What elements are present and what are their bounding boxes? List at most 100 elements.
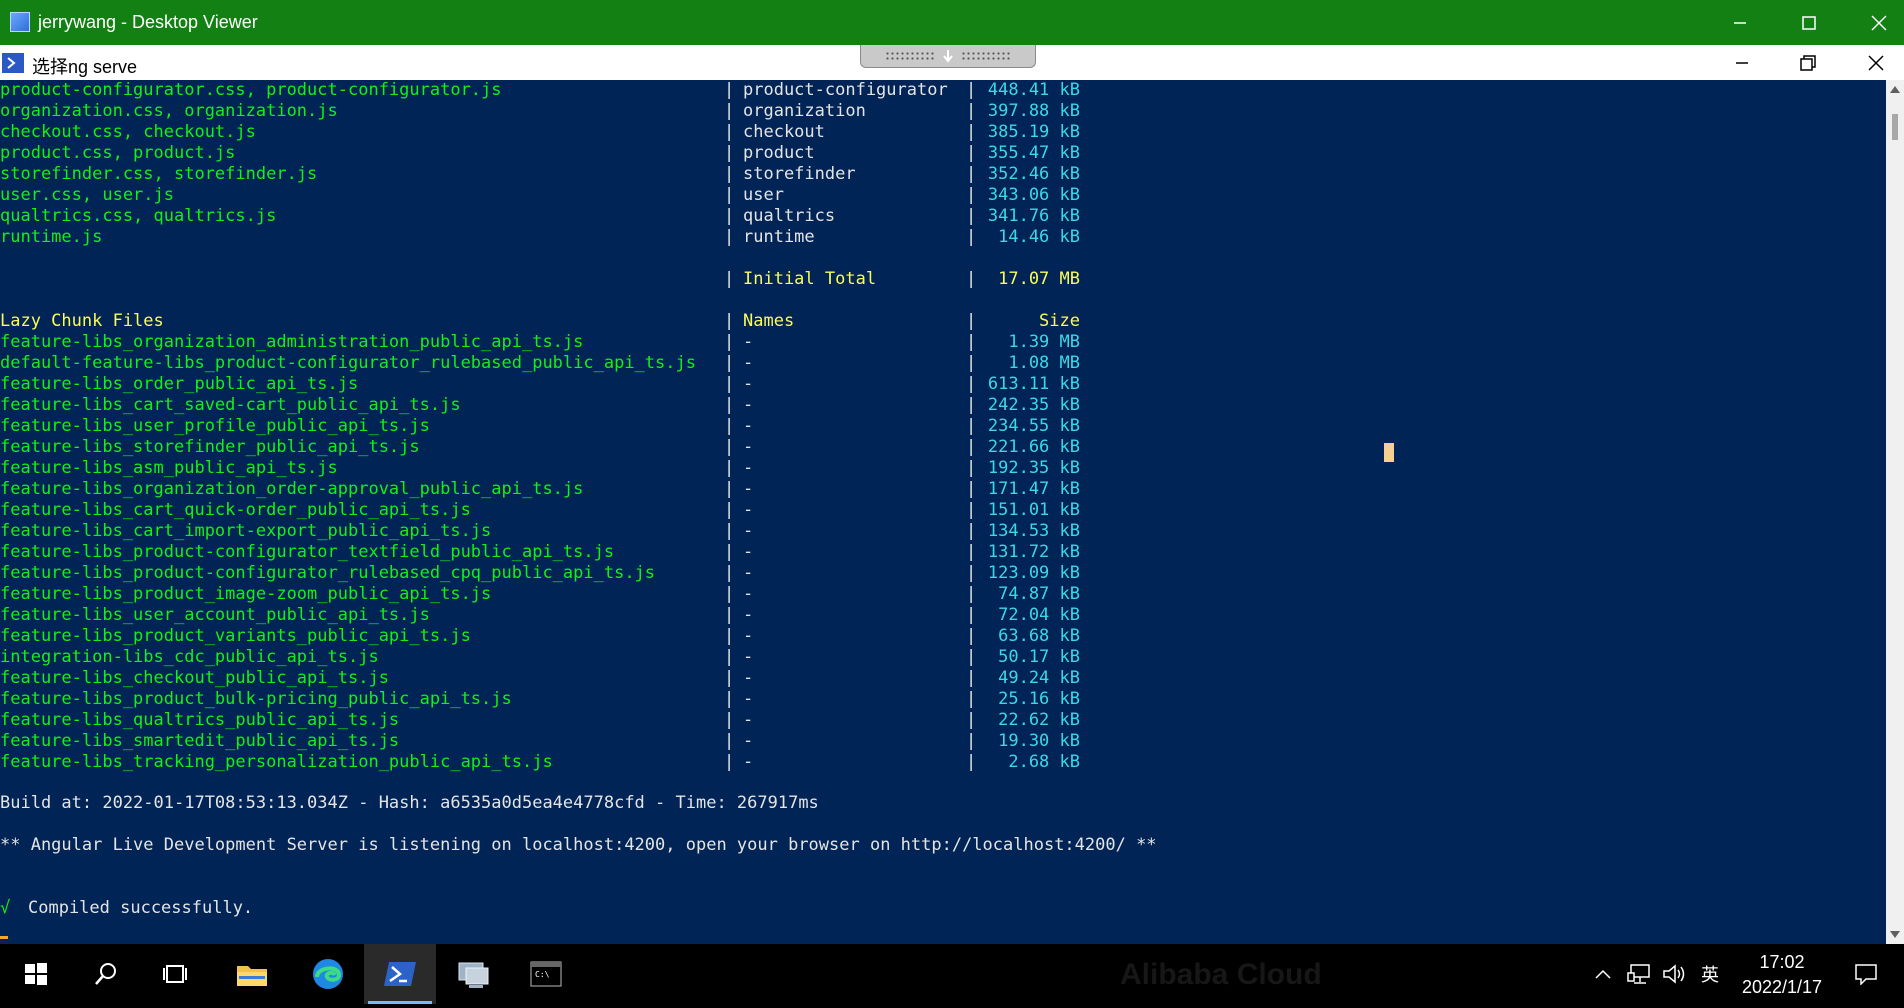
- column-separator: |: [724, 521, 735, 541]
- start-button[interactable]: [0, 944, 72, 1004]
- chunk-size: 242.35 kB: [987, 395, 1080, 415]
- column-separator: |: [724, 164, 735, 184]
- scroll-up-icon[interactable]: [1890, 86, 1900, 93]
- lazy-chunk-row: feature-libs_product-configurator_textfi…: [0, 542, 1100, 563]
- windows-icon: [25, 963, 47, 985]
- file-explorer-button[interactable]: [216, 944, 288, 1004]
- lazy-chunk-row: feature-libs_storefinder_public_api_ts.j…: [0, 437, 1100, 458]
- chunk-size: 2.68 kB: [1008, 752, 1080, 772]
- chunk-name: -: [743, 500, 754, 520]
- chunk-file: feature-libs_cart_import-export_public_a…: [0, 521, 492, 541]
- chunk-size: 1.39 MB: [1008, 332, 1080, 352]
- terminal-icon: C:\: [530, 961, 562, 987]
- column-separator: |: [966, 521, 977, 541]
- column-separator: |: [966, 353, 977, 373]
- maximize-button[interactable]: [1776, 0, 1842, 45]
- lazy-chunk-row: feature-libs_cart_import-export_public_a…: [0, 521, 1100, 542]
- initial-chunk-row: qualtrics.css, qualtrics.js | qualtrics | 34…: [0, 206, 1100, 227]
- scroll-down-icon[interactable]: [1890, 931, 1900, 938]
- initial-chunk-row: storefinder.css, storefinder.js | storefin…: [0, 164, 1100, 185]
- chunk-name: product: [743, 143, 815, 163]
- column-separator: |: [966, 164, 977, 184]
- minimize-button[interactable]: [1707, 0, 1773, 45]
- edge-browser-button[interactable]: [292, 944, 364, 1004]
- check-icon: √: [0, 898, 11, 918]
- lazy-chunk-row: feature-libs_organization_order-approval…: [0, 479, 1100, 500]
- chunk-size: 131.72 kB: [987, 542, 1080, 562]
- close-icon: [1868, 54, 1884, 71]
- viewer-title-bar: jerrywang - Desktop Viewer: [0, 0, 1904, 45]
- column-separator: |: [724, 731, 735, 751]
- remote-viewer-button[interactable]: [438, 944, 510, 1004]
- column-separator: |: [724, 437, 735, 457]
- remote-toolbar-handle[interactable]: [860, 45, 1036, 68]
- initial-chunk-row: product-configurator.css, product-config…: [0, 80, 1100, 101]
- column-separator: |: [966, 710, 977, 730]
- task-view-button[interactable]: [140, 944, 212, 1004]
- column-separator: |: [724, 374, 735, 394]
- chunk-size: 234.55 kB: [987, 416, 1080, 436]
- scrollbar-thumb[interactable]: [1892, 114, 1898, 140]
- network-icon: [1627, 964, 1650, 984]
- chunk-file: feature-libs_user_account_public_api_ts.…: [0, 605, 430, 625]
- show-hidden-icons-button[interactable]: [1590, 944, 1616, 1004]
- chunk-size: 221.66 kB: [987, 437, 1080, 457]
- notifications-button[interactable]: [1846, 944, 1886, 1004]
- ps-close-button[interactable]: [1846, 45, 1904, 80]
- input-method-indicator[interactable]: 英: [1696, 944, 1724, 1004]
- lazy-chunk-row: feature-libs_checkout_public_api_ts.js | -…: [0, 668, 1100, 689]
- column-separator: |: [966, 458, 977, 478]
- clock[interactable]: 17:02 2022/1/17: [1722, 950, 1842, 1000]
- initial-total-size: 17.07 MB: [998, 269, 1080, 289]
- search-button[interactable]: [70, 944, 142, 1004]
- powershell-icon: [384, 962, 416, 986]
- clock-time: 17:02: [1759, 952, 1805, 972]
- column-separator: |: [966, 752, 977, 772]
- column-separator: |: [724, 395, 735, 415]
- close-button[interactable]: [1846, 0, 1904, 45]
- lazy-chunk-row: feature-libs_product_variants_public_api…: [0, 626, 1100, 647]
- chunk-size: 355.47 kB: [987, 143, 1080, 163]
- chunk-name: -: [743, 752, 754, 772]
- column-separator: |: [724, 668, 735, 688]
- build-info-line: Build at: 2022-01-17T08:53:13.034Z - Has…: [0, 793, 819, 813]
- lazy-chunk-row: feature-libs_qualtrics_public_api_ts.js |…: [0, 710, 1100, 731]
- volume-button[interactable]: [1660, 944, 1690, 1004]
- ps-minimize-button[interactable]: [1712, 45, 1772, 80]
- chunk-name: -: [743, 731, 754, 751]
- lazy-chunk-row: feature-libs_product-configurator_ruleba…: [0, 563, 1100, 584]
- powershell-title: 选择ng serve: [32, 57, 138, 77]
- chunk-name: storefinder: [743, 164, 856, 184]
- lazy-chunk-row: feature-libs_order_public_api_ts.js | - | 61…: [0, 374, 1100, 395]
- powershell-taskbar-button[interactable]: [364, 944, 436, 1004]
- column-separator: |: [724, 185, 735, 205]
- compiled-text: Compiled successfully.: [28, 898, 254, 918]
- chunk-file: feature-libs_product_variants_public_api…: [0, 626, 471, 646]
- terminal-button[interactable]: C:\: [510, 944, 582, 1004]
- lazy-chunk-row: feature-libs_product_bulk-pricing_public…: [0, 689, 1100, 710]
- ps-restore-button[interactable]: [1778, 45, 1838, 80]
- column-separator: |: [724, 479, 735, 499]
- chunk-size: 25.16 kB: [998, 689, 1080, 709]
- chunk-name: checkout: [743, 122, 825, 142]
- chunk-file: feature-libs_asm_public_api_ts.js: [0, 458, 338, 478]
- chunk-size: 341.76 kB: [987, 206, 1080, 226]
- column-separator: |: [724, 332, 735, 352]
- initial-chunk-row: user.css, user.js | user | 343.06 kB: [0, 185, 1100, 206]
- column-separator: |: [724, 206, 735, 226]
- lazy-chunk-row: feature-libs_organization_administration…: [0, 332, 1100, 353]
- arrow-down-icon: [943, 50, 953, 63]
- network-button[interactable]: [1624, 944, 1654, 1004]
- maximize-icon: [1802, 15, 1816, 30]
- column-separator: |: [966, 227, 977, 247]
- lazy-chunk-row: feature-libs_cart_quick-order_public_api…: [0, 500, 1100, 521]
- chunk-file: feature-libs_product-configurator_textfi…: [0, 542, 615, 562]
- vertical-scrollbar[interactable]: [1886, 80, 1904, 944]
- chunk-size: 14.46 kB: [998, 227, 1080, 247]
- task-view-icon: [163, 965, 187, 983]
- chunk-name: -: [743, 689, 754, 709]
- console-output[interactable]: product-configurator.css, product-config…: [0, 80, 1886, 944]
- minimize-icon: [1736, 61, 1748, 64]
- column-separator: |: [966, 101, 977, 121]
- column-separator: |: [966, 479, 977, 499]
